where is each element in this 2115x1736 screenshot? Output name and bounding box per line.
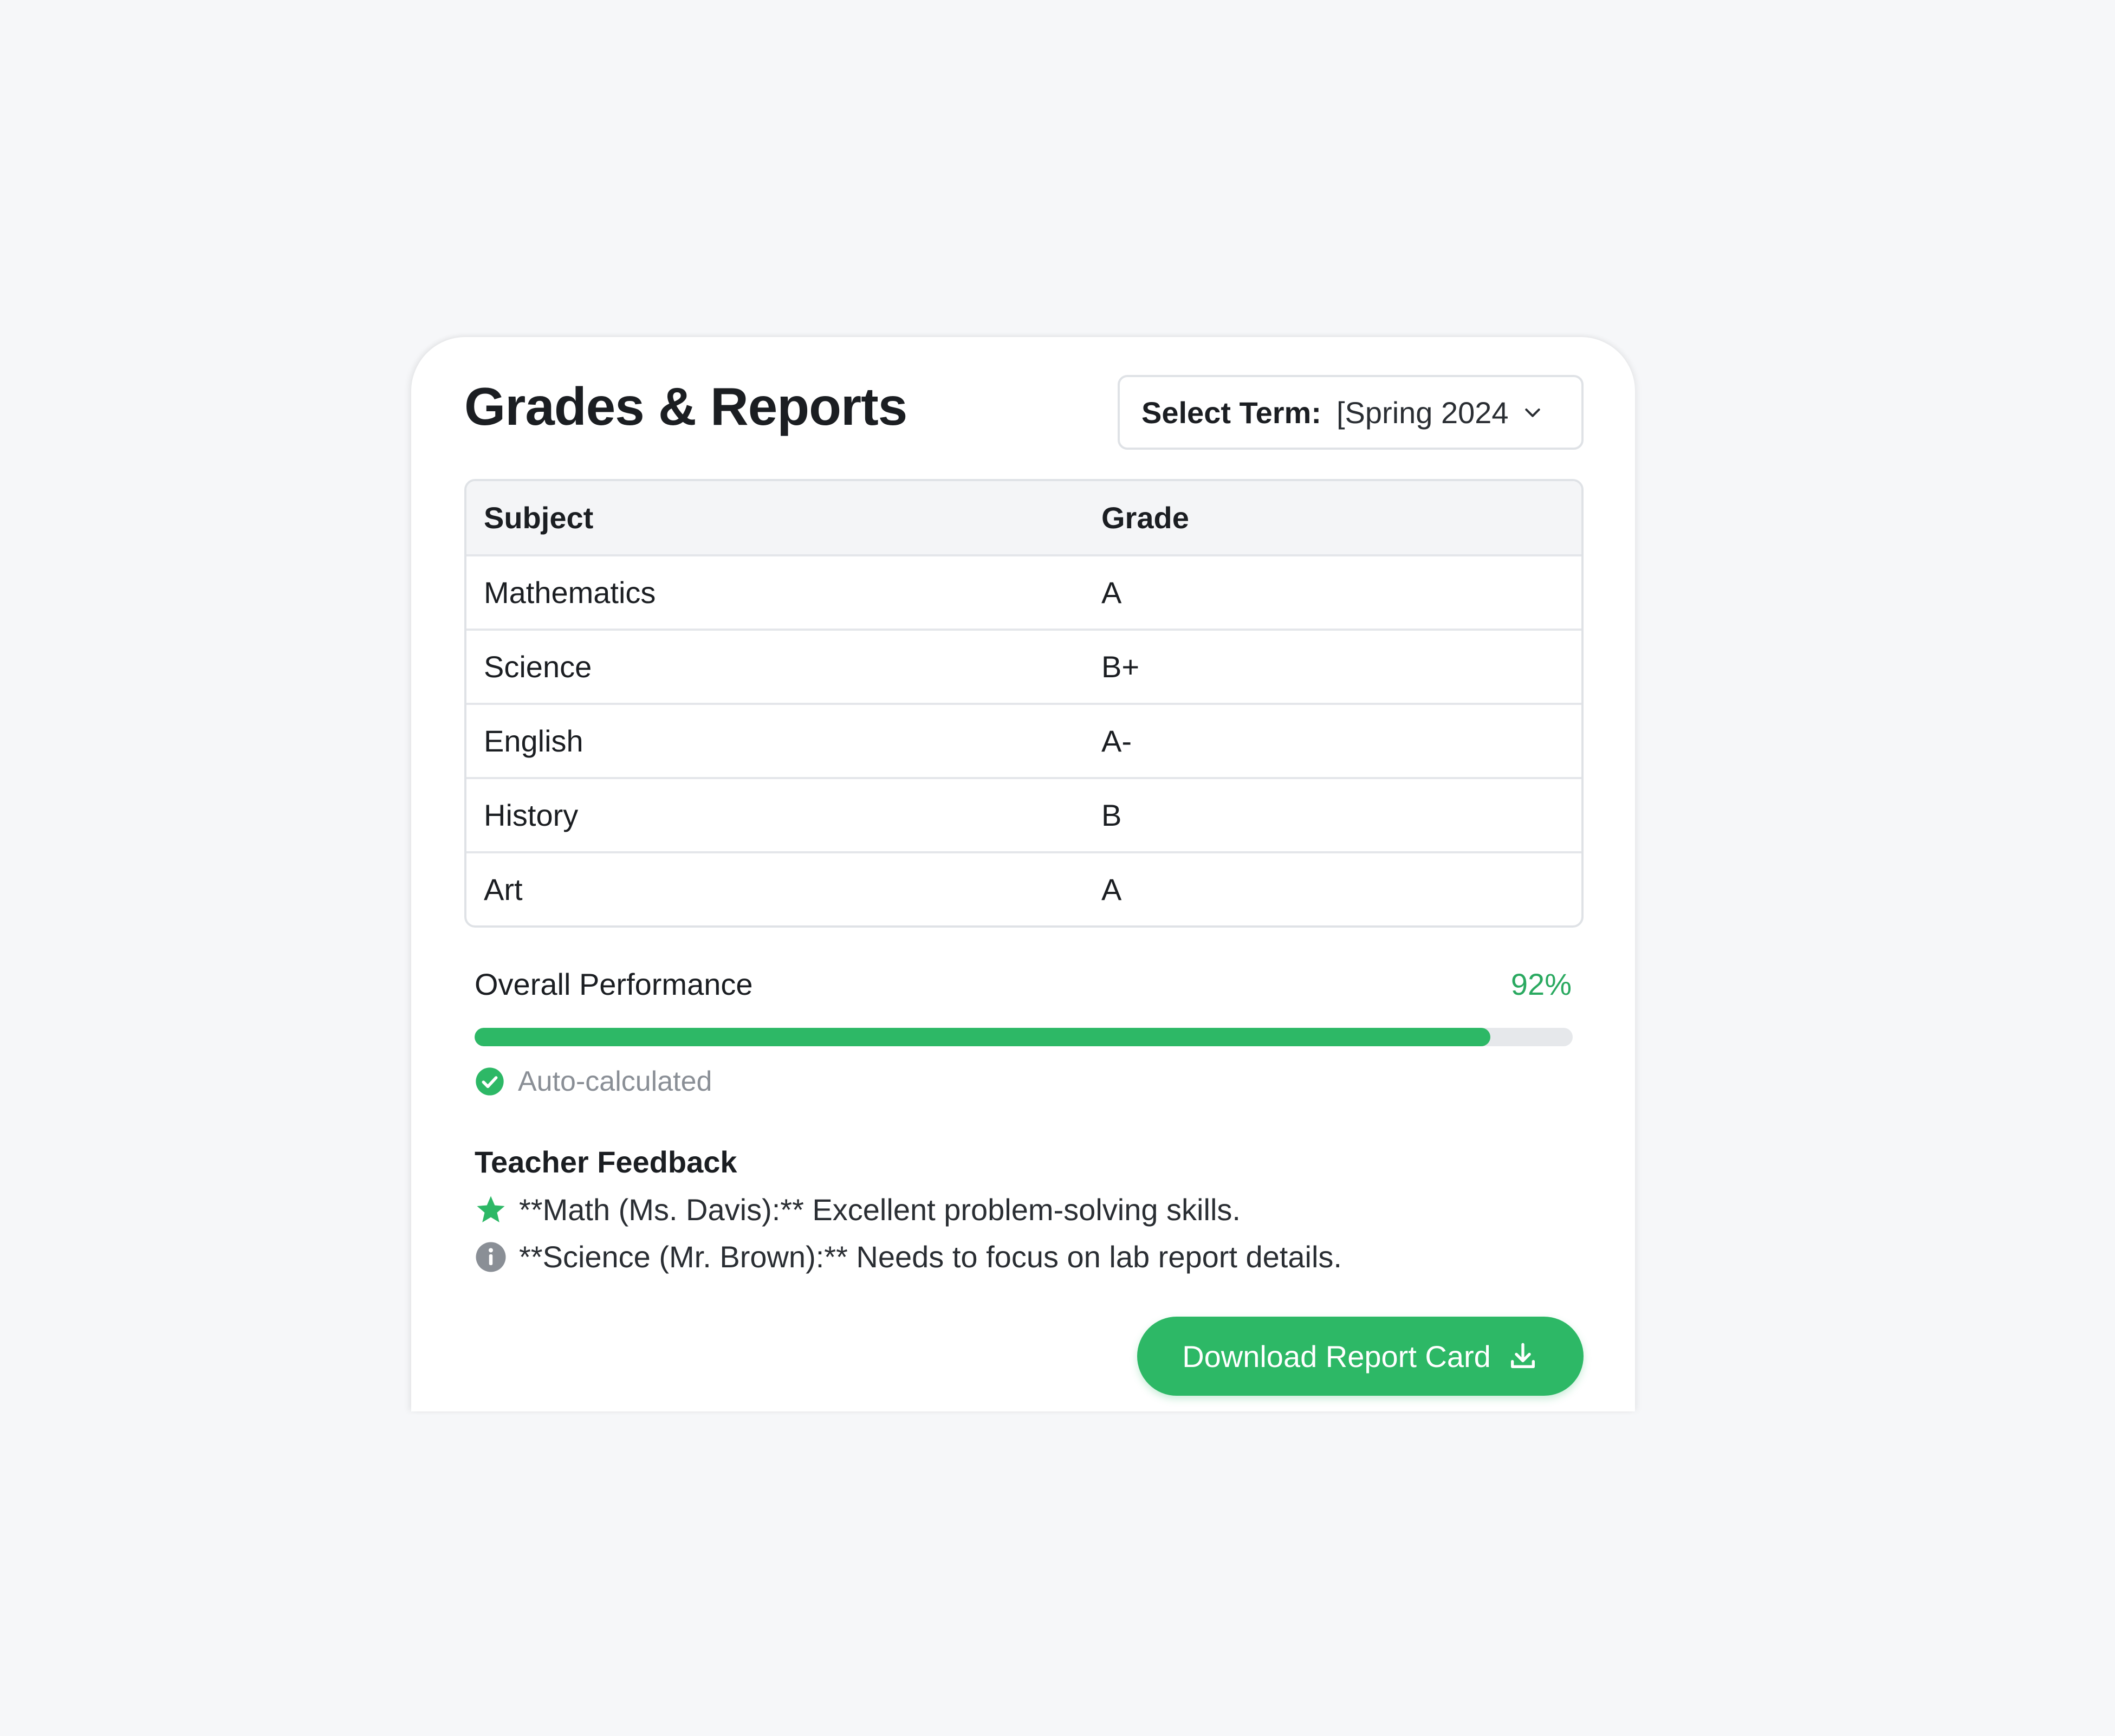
term-select[interactable]: Select Term: [Spring 2024 xyxy=(1118,375,1584,450)
grades-card: Grades & Reports Select Term: [Spring 20… xyxy=(411,337,1635,1411)
table-row: Science B+ xyxy=(466,629,1581,703)
info-icon xyxy=(476,1242,506,1272)
grade-cell: B+ xyxy=(1101,650,1140,684)
table-row: Art A xyxy=(466,851,1581,925)
grade-cell: A xyxy=(1101,872,1122,906)
grade-cell: B xyxy=(1101,798,1122,832)
subject-cell: History xyxy=(484,798,579,832)
table-header-row: Subject Grade xyxy=(466,481,1581,554)
chevron-down-icon xyxy=(1524,409,1540,417)
overall-performance-label: Overall Performance xyxy=(475,967,753,1001)
auto-calculated-text: Auto-calculated xyxy=(518,1066,712,1097)
table-row: Mathematics A xyxy=(466,554,1581,629)
subject-cell: Science xyxy=(484,650,592,684)
subject-cell: Art xyxy=(484,872,523,906)
page-title: Grades & Reports xyxy=(464,377,907,436)
table-row: English A- xyxy=(466,703,1581,777)
check-circle-icon xyxy=(476,1067,504,1096)
subject-cell: Mathematics xyxy=(484,575,656,610)
grades-table: Subject Grade Mathematics A Science B+ E… xyxy=(464,479,1584,928)
overall-performance-value: 92% xyxy=(1510,967,1572,1001)
download-icon xyxy=(1510,1343,1535,1368)
table-row: History B xyxy=(466,777,1581,851)
column-header-grade: Grade xyxy=(1101,501,1189,535)
auto-calculated-note: Auto-calculated xyxy=(475,1065,712,1098)
download-report-card-button[interactable]: Download Report Card xyxy=(1137,1317,1584,1396)
column-header-subject: Subject xyxy=(484,501,594,535)
download-button-label: Download Report Card xyxy=(1182,1339,1491,1374)
feedback-item: **Science (Mr. Brown):** Needs to focus … xyxy=(475,1239,1342,1274)
feedback-item: **Math (Ms. Davis):** Excellent problem-… xyxy=(475,1192,1241,1227)
grade-cell: A- xyxy=(1101,724,1132,758)
feedback-text: **Science (Mr. Brown):** Needs to focus … xyxy=(519,1240,1342,1274)
performance-progress-fill xyxy=(475,1028,1490,1046)
term-select-label: Select Term: xyxy=(1141,395,1321,430)
feedback-text: **Math (Ms. Davis):** Excellent problem-… xyxy=(519,1193,1241,1227)
teacher-feedback-title: Teacher Feedback xyxy=(475,1145,737,1179)
term-select-value: [Spring 2024 xyxy=(1336,395,1509,430)
subject-cell: English xyxy=(484,724,583,758)
star-icon xyxy=(477,1196,505,1222)
performance-progress-bar xyxy=(475,1028,1573,1046)
grade-cell: A xyxy=(1101,575,1122,610)
